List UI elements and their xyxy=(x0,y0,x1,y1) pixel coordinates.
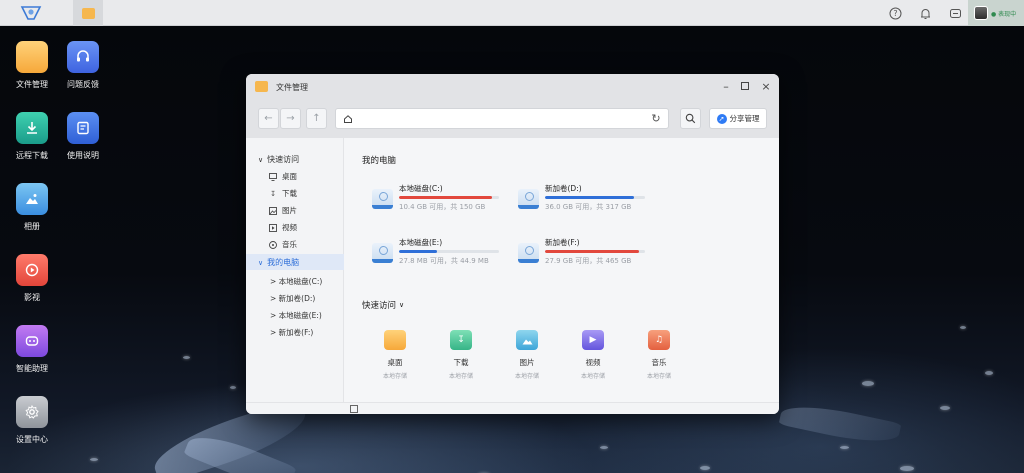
chevron-down-icon: ∨ xyxy=(258,258,264,267)
arrow-left-icon[interactable]: ← xyxy=(258,108,279,129)
sidebar-item-music[interactable]: 音乐 xyxy=(269,239,297,250)
drive-card-c[interactable]: 本地磁盘(C:) 10.4 GB 可用，共 150 GB xyxy=(372,183,502,217)
image-icon xyxy=(269,206,277,215)
user-avatar xyxy=(974,6,988,20)
quick-access-header[interactable]: 快速访问 ∨ xyxy=(362,299,404,311)
desktop-icon-settings[interactable]: 设置中心 xyxy=(2,396,62,445)
hard-drive-icon xyxy=(372,243,393,263)
desktop-icon-smart-assistant[interactable]: 智能助理 xyxy=(2,325,62,374)
message-icon[interactable] xyxy=(947,5,963,21)
folder-icon xyxy=(16,41,48,73)
music-icon xyxy=(269,240,277,249)
taskbar-app-file-manager[interactable] xyxy=(73,0,103,26)
chevron-down-icon: ∨ xyxy=(258,155,264,164)
headset-icon xyxy=(67,41,99,73)
refresh-icon[interactable]: ↻ xyxy=(650,112,662,125)
folder-icon xyxy=(384,330,406,350)
quick-access-videos[interactable]: ▶ 视频 本地存储 xyxy=(573,330,613,380)
drive-card-d[interactable]: 新加卷(D:) 36.0 GB 可用，共 317 GB xyxy=(518,183,648,217)
download-icon: ↧ xyxy=(450,330,472,350)
play-icon xyxy=(16,254,48,286)
sidebar-quick-access[interactable]: ∨ 快速访问 xyxy=(258,154,299,165)
sidebar-drive-e[interactable]: > 本地磁盘(E:) xyxy=(270,310,322,321)
desktop-icon-user-manual[interactable]: 使用说明 xyxy=(53,112,113,161)
desktop-icon xyxy=(269,172,277,181)
taskbar: ? ● 表现中 xyxy=(0,0,1024,26)
hard-drive-icon xyxy=(518,243,539,263)
chevron-down-icon: ∨ xyxy=(399,301,405,309)
drive-usage-bar xyxy=(399,196,499,199)
search-icon xyxy=(685,113,696,124)
help-icon[interactable]: ? xyxy=(887,5,903,21)
photo-icon xyxy=(16,183,48,215)
image-icon xyxy=(516,330,538,350)
drive-usage-fill xyxy=(545,196,634,199)
sidebar-item-download[interactable]: ↧ 下载 xyxy=(269,188,297,199)
scrollbar[interactable] xyxy=(767,138,779,402)
quick-access-desktop[interactable]: 桌面 本地存储 xyxy=(375,330,415,380)
download-icon xyxy=(16,112,48,144)
folder-icon xyxy=(255,81,268,92)
manual-icon xyxy=(67,112,99,144)
desktop-icon-video[interactable]: 影视 xyxy=(2,254,62,303)
hard-drive-icon xyxy=(518,189,539,209)
drive-usage-bar xyxy=(545,196,645,199)
share-label: 分享管理 xyxy=(729,114,760,123)
drive-usage-fill xyxy=(545,250,639,253)
window-toolbar: ← → ↑ ↻ ➚ 分享管理 xyxy=(246,100,779,138)
music-icon: ♫ xyxy=(648,330,670,350)
window-titlebar[interactable]: 文件管理 – × xyxy=(246,74,779,100)
sidebar-item-desktop[interactable]: 桌面 xyxy=(269,171,297,182)
window-title: 文件管理 xyxy=(276,83,308,92)
drive-usage-bar xyxy=(399,250,499,253)
svg-text:?: ? xyxy=(893,9,897,18)
sidebar-item-images[interactable]: 图片 xyxy=(269,205,297,216)
user-status: ● 表现中 xyxy=(991,10,1017,18)
hard-drive-icon xyxy=(372,189,393,209)
share-management-button[interactable]: ➚ 分享管理 xyxy=(709,108,767,129)
drive-card-f[interactable]: 新加卷(F:) 27.9 GB 可用，共 465 GB xyxy=(518,237,648,271)
desktop-icon-album[interactable]: 相册 xyxy=(2,183,62,232)
quick-access-download[interactable]: ↧ 下载 本地存储 xyxy=(441,330,481,380)
share-icon: ➚ xyxy=(716,113,727,124)
file-manager-window: 文件管理 – × ← → ↑ ↻ ➚ 分享管理 ∨ 快速访问 桌面 ↧ 下载 图… xyxy=(246,74,779,414)
desktop-icon-feedback[interactable]: 问题反馈 xyxy=(53,41,113,90)
nas-logo-icon[interactable] xyxy=(20,3,42,23)
close-icon[interactable]: × xyxy=(759,79,773,93)
sidebar-drive-f[interactable]: > 新加卷(F:) xyxy=(270,327,313,338)
sidebar-my-computer[interactable]: ∨ 我的电脑 xyxy=(258,257,299,268)
video-icon: ▶ xyxy=(582,330,604,350)
sidebar-item-videos[interactable]: 视频 xyxy=(269,222,297,233)
drive-usage-bar xyxy=(545,250,645,253)
search-button[interactable] xyxy=(680,108,701,129)
my-computer-title: 我的电脑 xyxy=(362,156,397,166)
sidebar: ∨ 快速访问 桌面 ↧ 下载 图片 视频 音乐 ∨ 我的电脑 > 本地磁盘(C:… xyxy=(246,138,344,402)
drive-usage-fill xyxy=(399,196,492,199)
download-icon: ↧ xyxy=(270,189,276,198)
home-icon[interactable] xyxy=(342,113,353,124)
folder-icon xyxy=(81,7,95,19)
bell-icon[interactable] xyxy=(917,5,933,21)
drive-card-e[interactable]: 本地磁盘(E:) 27.8 MB 可用，共 44.9 MB xyxy=(372,237,502,271)
quick-access-music[interactable]: ♫ 音乐 本地存储 xyxy=(639,330,679,380)
video-icon xyxy=(269,223,277,232)
sidebar-drive-c[interactable]: > 本地磁盘(C:) xyxy=(270,276,322,287)
minimize-icon[interactable]: – xyxy=(719,79,733,93)
arrow-right-icon[interactable]: → xyxy=(280,108,301,129)
panel-toggle-icon[interactable] xyxy=(350,405,358,413)
gear-icon xyxy=(16,396,48,428)
status-bar xyxy=(246,402,779,414)
user-menu[interactable]: ● 表现中 xyxy=(968,0,1024,26)
arrow-up-icon[interactable]: ↑ xyxy=(306,108,327,129)
main-content: 我的电脑 本地磁盘(C:) 10.4 GB 可用，共 150 GB 新加卷(D:… xyxy=(345,138,767,402)
drive-usage-fill xyxy=(399,250,437,253)
quick-access-images[interactable]: 图片 本地存储 xyxy=(507,330,547,380)
sidebar-drive-d[interactable]: > 新加卷(D:) xyxy=(270,293,315,304)
assistant-icon xyxy=(16,325,48,357)
maximize-icon[interactable] xyxy=(738,79,752,93)
address-bar[interactable]: ↻ xyxy=(335,108,669,129)
